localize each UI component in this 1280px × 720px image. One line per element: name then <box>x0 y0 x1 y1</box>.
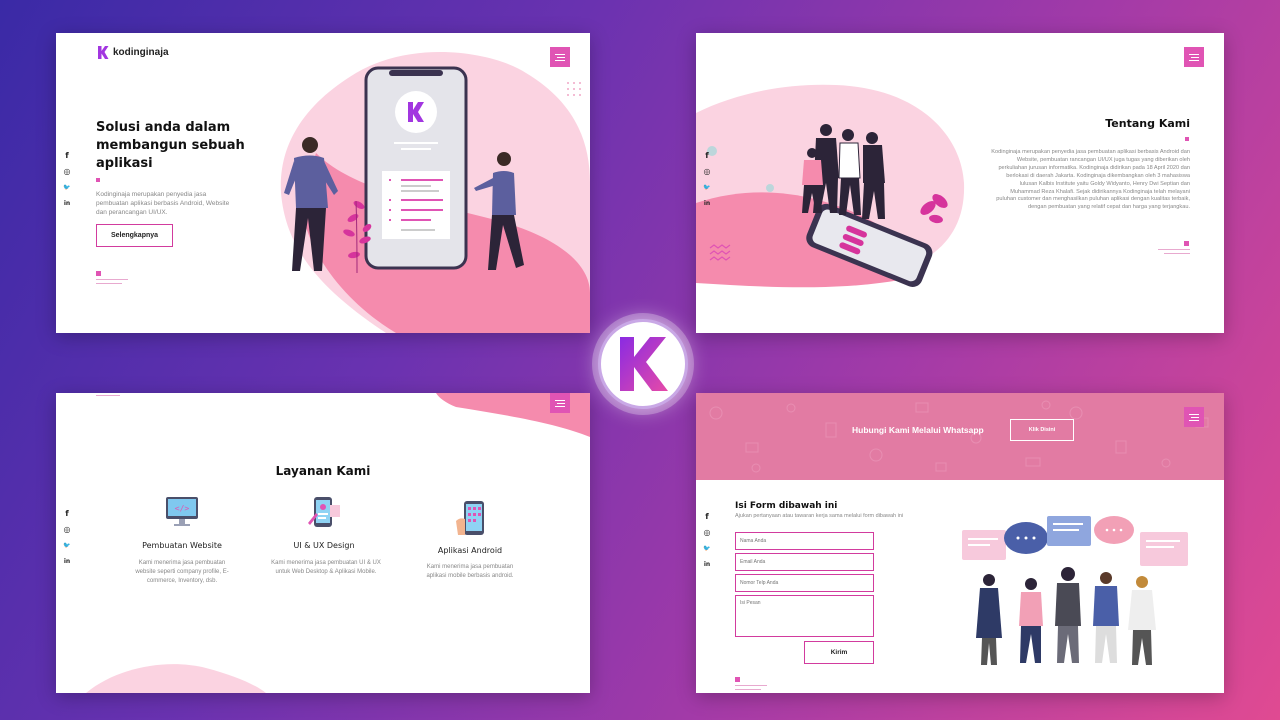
banner-pattern <box>709 400 1209 473</box>
klik-disini-button[interactable]: Klik Disini <box>1010 419 1074 441</box>
twitter-icon[interactable]: 🐦 <box>703 184 711 192</box>
monitor-code-icon: </> <box>166 497 198 526</box>
accent-line <box>1164 253 1190 254</box>
social-links: f ◎ 🐦 in <box>63 510 71 566</box>
linkedin-icon[interactable]: in <box>63 558 71 566</box>
service-description: Kami menerima jasa pembuatan aplikasi mo… <box>426 564 514 579</box>
menu-button[interactable] <box>1184 407 1204 427</box>
android-phone-icon <box>456 501 484 535</box>
service-description: Kami menerima jasa pembuatan website sep… <box>135 560 229 584</box>
people-speech-illustration <box>962 516 1188 665</box>
email-field[interactable] <box>735 553 874 571</box>
contact-panel: Hubungi Kami Melalui Whatsapp Klik Disin… <box>696 393 1224 693</box>
hero-illustration <box>284 66 524 274</box>
accent-line <box>1158 249 1190 250</box>
ux-design-icon <box>308 497 340 527</box>
facebook-icon[interactable]: f <box>703 152 711 160</box>
facebook-icon[interactable]: f <box>703 513 711 521</box>
linkedin-icon[interactable]: in <box>703 561 711 569</box>
instagram-icon[interactable]: ◎ <box>63 526 71 534</box>
service-title: UI & UX Design <box>293 541 355 550</box>
name-field[interactable] <box>735 532 874 550</box>
services-title: Layanan Kami <box>275 464 371 478</box>
facebook-icon[interactable]: f <box>63 510 71 518</box>
services-panel: f ◎ 🐦 in Layanan Kami </> Pembuatan Webs… <box>56 393 590 693</box>
service-title: Pembuatan Website <box>142 541 222 550</box>
service-description: Kami menerima jasa pembuatan UI & UX unt… <box>271 560 381 575</box>
accent-line <box>735 685 767 686</box>
service-title: Aplikasi Android <box>437 546 503 555</box>
twitter-icon[interactable]: 🐦 <box>703 545 711 553</box>
about-body: Kodinginaja merupakan penyedia jasa pemb… <box>991 149 1190 211</box>
hero-panel: kodinginaja f ◎ 🐦 in Solusi anda dalam m… <box>56 33 590 333</box>
k-logo-icon <box>620 337 668 391</box>
kirim-button[interactable]: Kirim <box>804 641 874 664</box>
twitter-icon[interactable]: 🐦 <box>63 542 71 550</box>
accent-line <box>735 689 761 690</box>
instagram-icon[interactable]: ◎ <box>703 168 711 176</box>
whatsapp-banner: Hubungi Kami Melalui Whatsapp Klik Disin… <box>696 393 1224 480</box>
accent-line <box>96 395 120 396</box>
social-links: f ◎ 🐦 in <box>703 513 711 569</box>
instagram-icon[interactable]: ◎ <box>703 529 711 537</box>
center-logo <box>598 319 688 409</box>
phone-field[interactable] <box>735 574 874 592</box>
message-field[interactable] <box>735 595 874 637</box>
social-links: f ◎ 🐦 in <box>703 152 711 208</box>
accent-square <box>1185 137 1189 141</box>
menu-button[interactable] <box>1184 47 1204 67</box>
about-panel: f ◎ 🐦 in Tentang Kami Kodinginaja merupa… <box>696 33 1224 333</box>
banner-text: Hubungi Kami Melalui Whatsapp <box>852 425 984 435</box>
svg-text:</>: </> <box>175 504 190 513</box>
accent-square <box>735 677 740 682</box>
form-subtitle: Ajukan pertanyaan atau tawaran kerja sam… <box>735 513 904 519</box>
linkedin-icon[interactable]: in <box>703 200 711 208</box>
accent-square <box>1184 241 1189 246</box>
about-title: Tentang Kami <box>1105 117 1190 130</box>
form-title: Isi Form dibawah ini <box>735 501 838 511</box>
menu-button[interactable] <box>550 393 570 413</box>
